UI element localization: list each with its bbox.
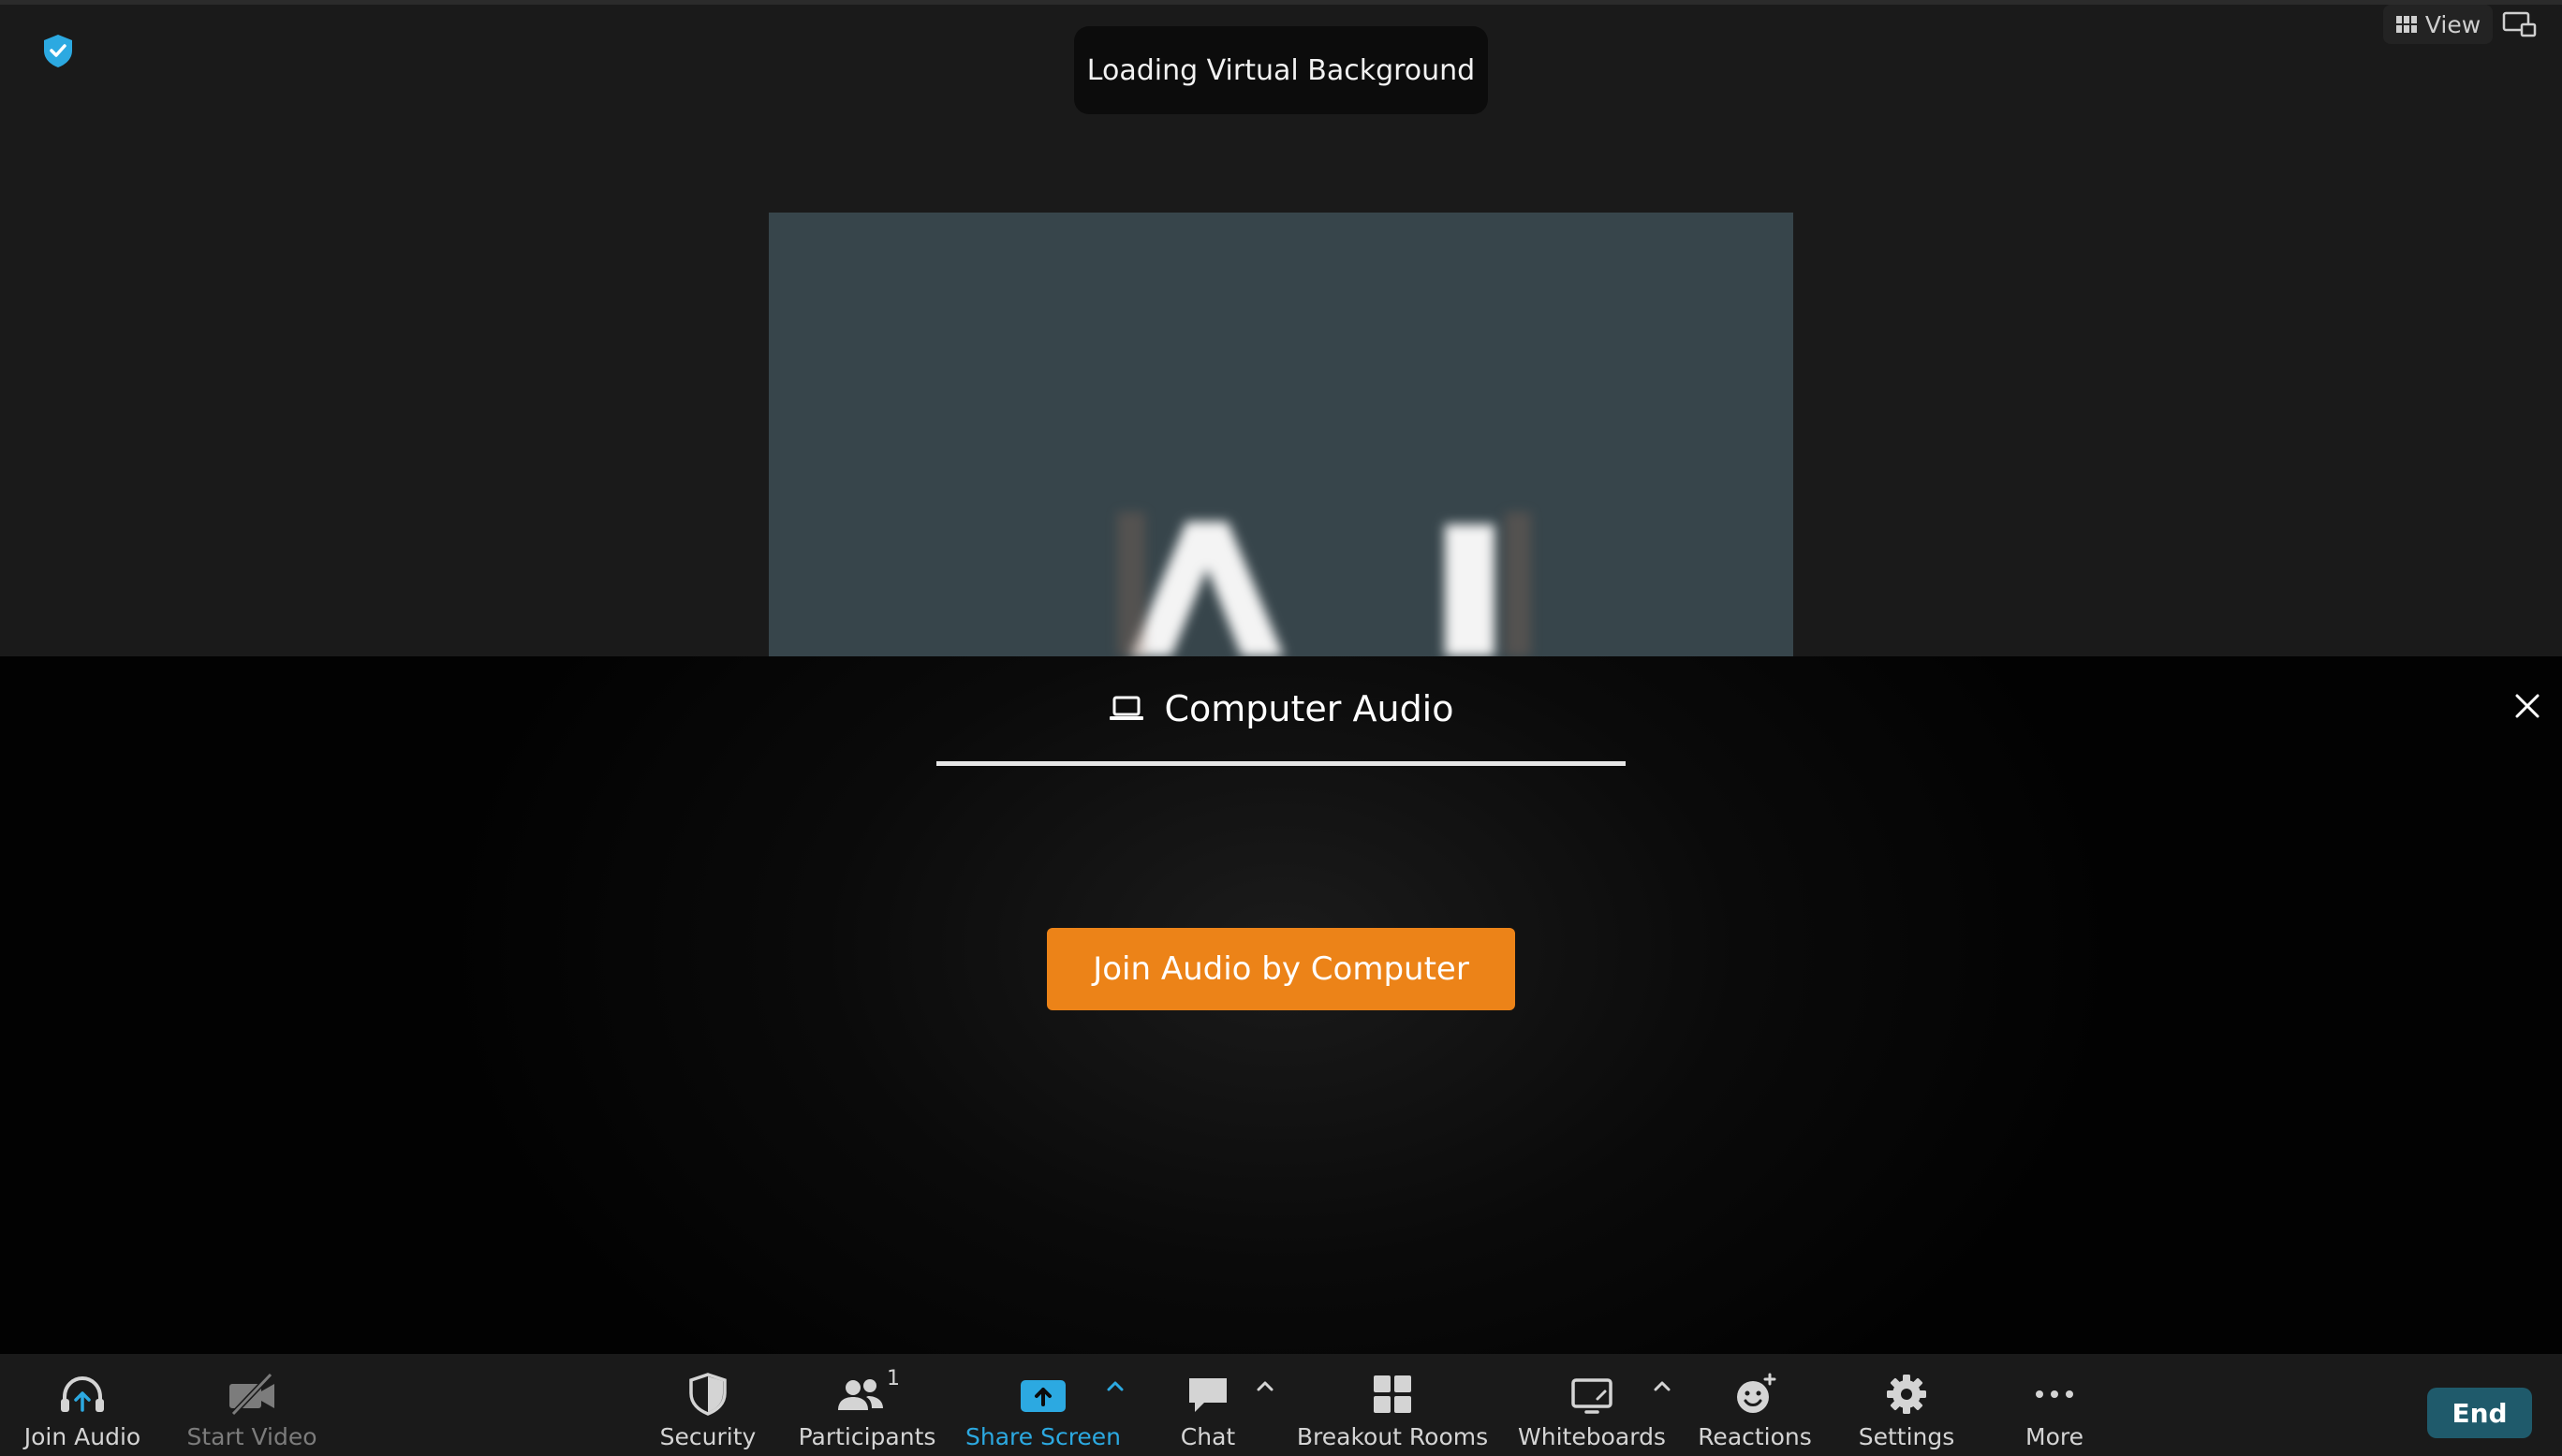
grid-view-icon (2395, 16, 2417, 33)
participants-count: 1 (887, 1367, 900, 1390)
whiteboards-options-chevron-up-icon[interactable] (1651, 1376, 1673, 1395)
reactions-label: Reactions (1698, 1423, 1812, 1450)
video-content-image (1117, 512, 1531, 656)
chat-options-chevron-up-icon[interactable] (1254, 1376, 1276, 1395)
share-screen-options-chevron-up-icon[interactable] (1104, 1376, 1126, 1395)
security-button[interactable]: Security (652, 1354, 764, 1456)
whiteboard-icon (1571, 1378, 1612, 1414)
settings-button[interactable]: Settings (1858, 1354, 1955, 1456)
join-audio-label: Join Audio (23, 1423, 141, 1450)
share-screen-label: Share Screen (964, 1423, 1122, 1450)
loading-toast: Loading Virtual Background (1074, 26, 1488, 114)
video-off-icon (229, 1372, 274, 1417)
close-icon[interactable] (2512, 691, 2542, 721)
audio-join-panel: Computer Audio Join Audio by Computer (0, 656, 2562, 1354)
security-shield-icon (689, 1373, 727, 1416)
more-label: More (2025, 1423, 2083, 1450)
whiteboards-label: Whiteboards (1518, 1423, 1666, 1450)
tab-label: Computer Audio (1164, 688, 1454, 729)
participants-label: Participants (798, 1423, 936, 1450)
tab-computer-audio[interactable]: Computer Audio (936, 656, 1626, 766)
chat-button[interactable]: Chat (1171, 1354, 1245, 1456)
whiteboards-button[interactable]: Whiteboards (1518, 1354, 1666, 1456)
reactions-button[interactable]: Reactions (1697, 1354, 1813, 1456)
end-meeting-button[interactable]: End (2427, 1388, 2532, 1438)
participant-video-tile[interactable] (769, 213, 1793, 656)
headphones-icon (61, 1375, 104, 1412)
join-audio-by-computer-button[interactable]: Join Audio by Computer (1047, 928, 1515, 1010)
participants-icon (838, 1379, 883, 1410)
more-button[interactable]: More (2017, 1354, 2092, 1456)
meeting-toolbar: Join Audio Start Video Security 1 Partic… (0, 1354, 2562, 1456)
settings-label: Settings (1858, 1423, 1955, 1450)
toast-text: Loading Virtual Background (1086, 53, 1476, 87)
start-video-button[interactable]: Start Video (184, 1354, 320, 1456)
end-label: End (2452, 1397, 2508, 1429)
participants-icon-wrap: 1 (834, 1367, 900, 1418)
emoji-add-icon (1737, 1373, 1776, 1413)
breakout-rooms-button[interactable]: Breakout Rooms (1297, 1354, 1488, 1456)
view-label: View (2424, 10, 2481, 38)
participants-button[interactable]: 1 Participants (792, 1354, 942, 1456)
breakout-rooms-icon (1374, 1375, 1411, 1413)
fullscreen-icon[interactable] (2501, 7, 2539, 41)
shield-check-icon[interactable] (39, 32, 77, 69)
security-label: Security (659, 1423, 757, 1450)
share-screen-button[interactable]: Share Screen (964, 1354, 1122, 1456)
join-audio-button[interactable]: Join Audio (17, 1354, 148, 1456)
share-screen-icon (1021, 1380, 1066, 1412)
top-edge (0, 0, 2562, 5)
breakout-rooms-label: Breakout Rooms (1296, 1423, 1489, 1450)
chat-label: Chat (1180, 1423, 1236, 1450)
gear-icon (1887, 1375, 1926, 1414)
start-video-label: Start Video (186, 1423, 317, 1450)
chat-bubble-icon (1189, 1378, 1227, 1412)
view-button[interactable]: View (2383, 5, 2493, 44)
laptop-icon (1109, 696, 1143, 720)
more-dots-icon (2036, 1390, 2073, 1398)
